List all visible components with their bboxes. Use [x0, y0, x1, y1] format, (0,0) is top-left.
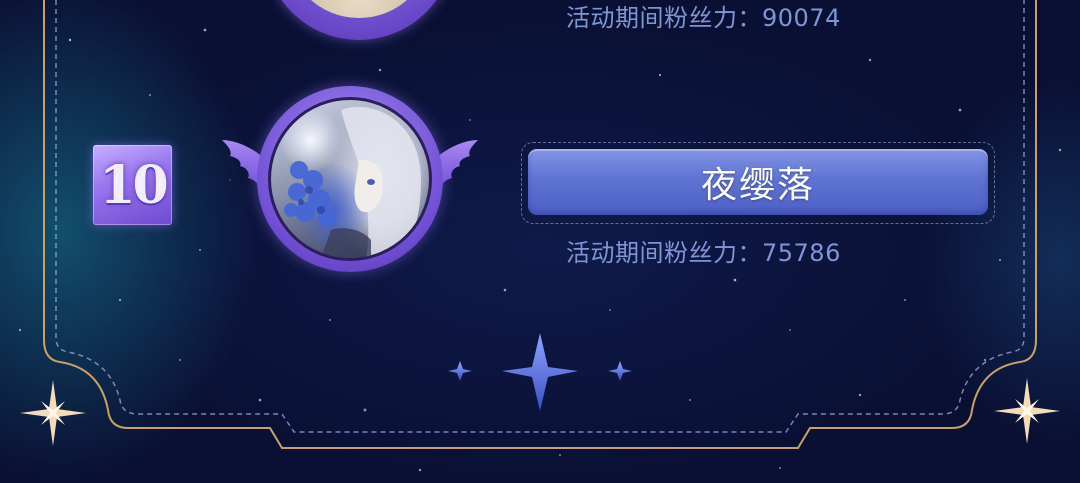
- avatar: [268, 97, 432, 261]
- sparkle-star-icon: [994, 378, 1060, 444]
- four-point-star-icon: [448, 333, 632, 411]
- user-avatar-frame[interactable]: [220, 86, 480, 276]
- rank-badge: 10: [93, 145, 172, 225]
- fans-power-value: 75786: [762, 239, 841, 267]
- user-name: 夜缨落: [700, 165, 815, 206]
- previous-entry-fans-value: 90074: [762, 4, 841, 32]
- fans-power-label: 活动期间粉丝力：: [566, 239, 762, 267]
- fans-power: 活动期间粉丝力：75786: [566, 233, 841, 268]
- previous-entry-fans: 活动期间粉丝力：90074: [566, 0, 841, 33]
- user-name-plate[interactable]: 夜缨落: [521, 142, 995, 224]
- previous-entry-fans-label: 活动期间粉丝力：: [566, 4, 762, 32]
- avatar-illustration: [284, 106, 421, 258]
- rank-number: 10: [99, 154, 168, 216]
- leaderboard-panel: 活动期间粉丝力：90074 10 夜缨落 活动期间粉丝力：75786: [0, 0, 1080, 483]
- avatar-ring: [257, 86, 443, 272]
- sparkle-star-icon: [20, 380, 86, 446]
- user-name-plate-fill: 夜缨落: [528, 149, 988, 215]
- previous-entry-avatar-image: [286, 0, 432, 18]
